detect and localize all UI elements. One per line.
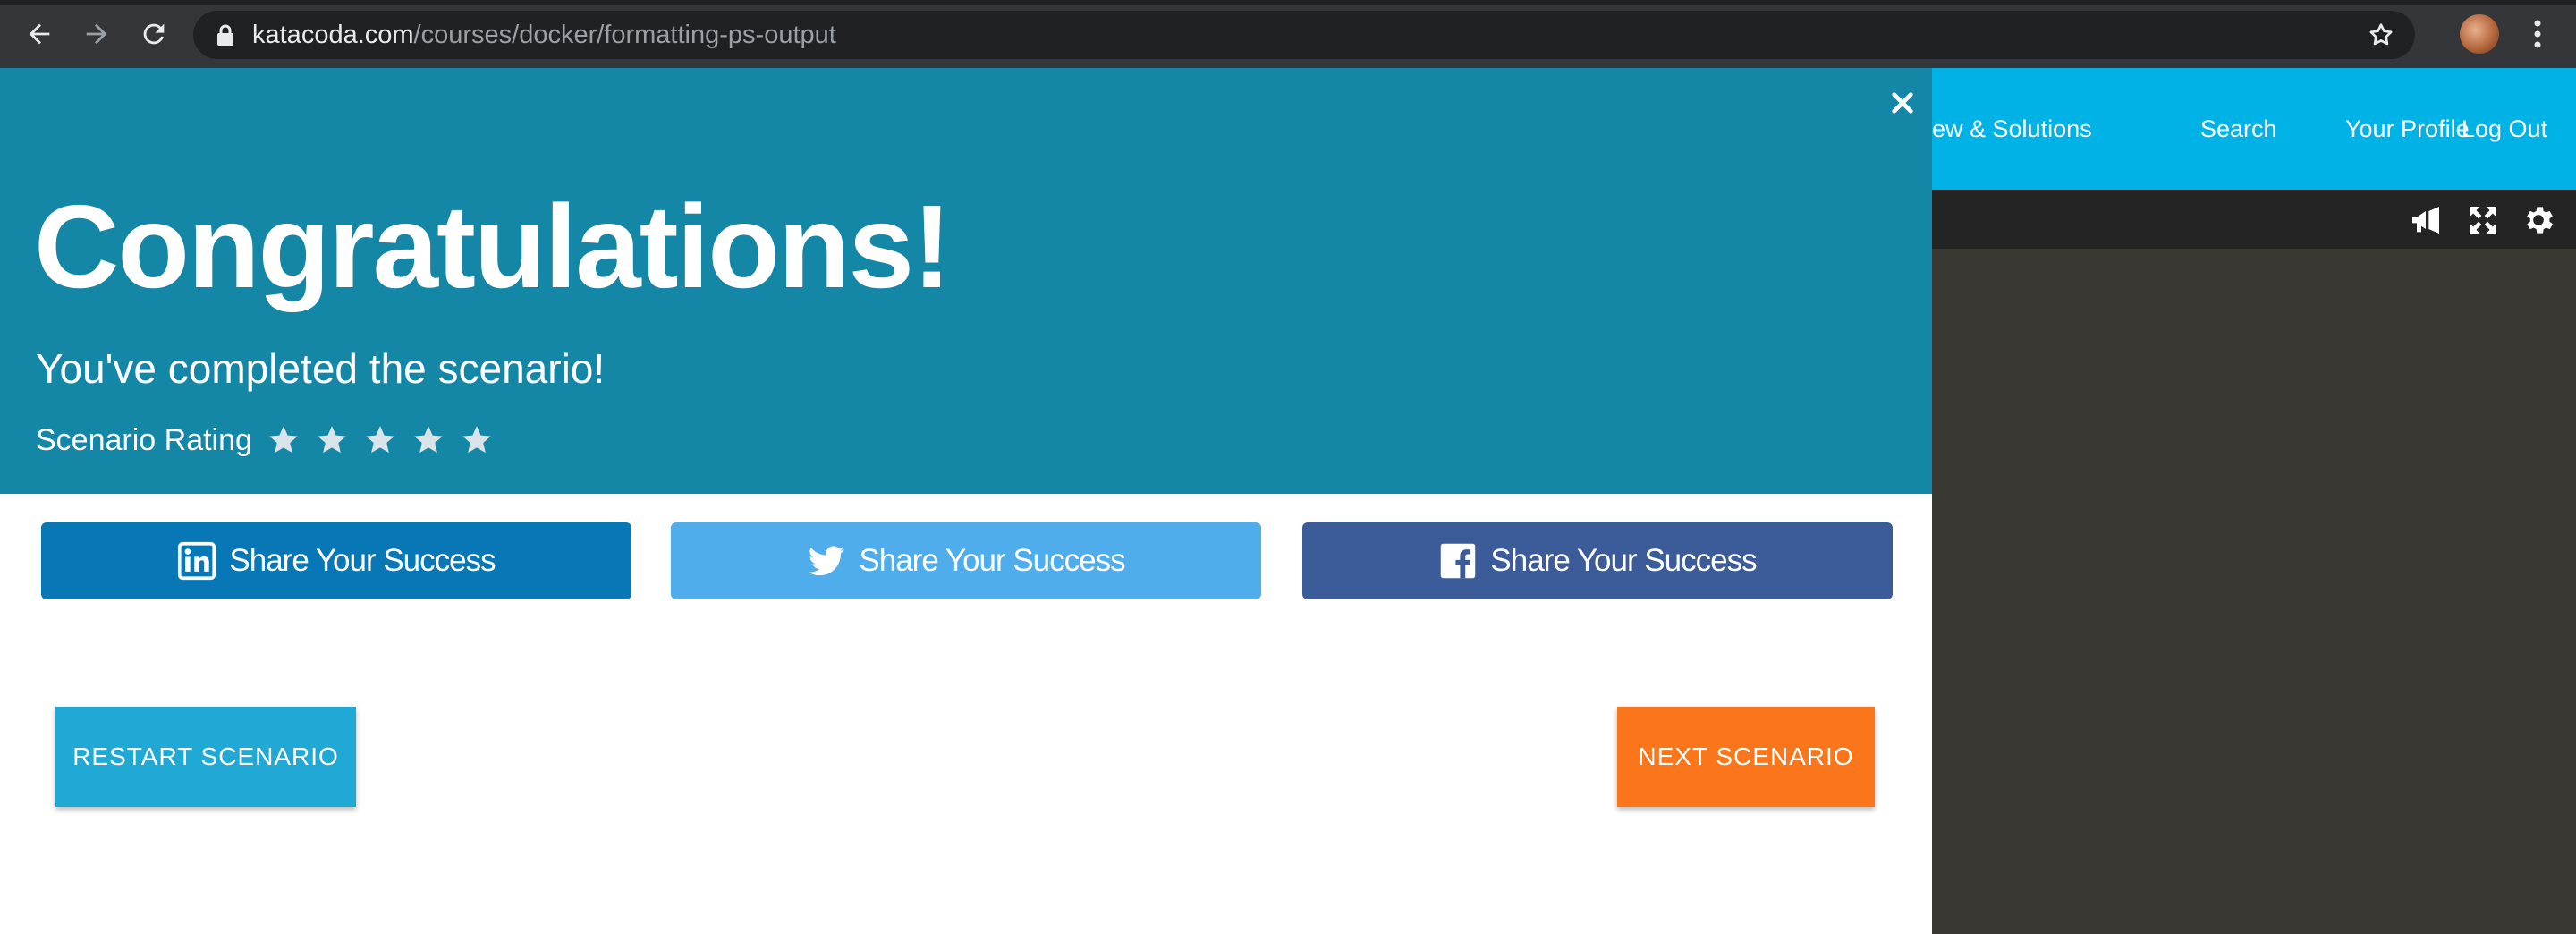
forward-icon (86, 23, 107, 45)
share-twitter-button[interactable]: Share Your Success (671, 522, 1261, 599)
terminal-panel[interactable] (1932, 249, 2576, 934)
close-icon (1892, 92, 1913, 114)
forward-button[interactable] (77, 14, 116, 54)
nav-link-log-out[interactable]: Log Out (2462, 111, 2547, 147)
share-linkedin-label: Share Your Success (229, 543, 496, 578)
rating-star-icon[interactable] (411, 423, 445, 457)
profile-avatar[interactable] (2460, 14, 2499, 54)
gear-icon[interactable] (2521, 202, 2556, 238)
nav-link-review-solutions[interactable]: ew & Solutions (1932, 111, 2092, 147)
share-linkedin-button[interactable]: Share Your Success (41, 522, 631, 599)
site-navbar: ew & Solutions Search Your Profile Log O… (1932, 68, 2576, 190)
linkedin-icon (178, 541, 216, 581)
next-scenario-button[interactable]: NEXT SCENARIO (1617, 707, 1875, 807)
address-bar[interactable]: katacoda.com/courses/docker/formatting-p… (193, 11, 2415, 59)
nav-link-search[interactable]: Search (2200, 111, 2277, 147)
share-facebook-label: Share Your Success (1490, 543, 1757, 578)
completion-modal: Congratulations! You've completed the sc… (0, 68, 1932, 934)
rating-star-icon[interactable] (363, 423, 397, 457)
close-button[interactable] (1887, 88, 1918, 118)
share-facebook-button[interactable]: Share Your Success (1302, 522, 1893, 599)
nav-link-your-profile[interactable]: Your Profile (2345, 111, 2470, 147)
url-text[interactable]: katacoda.com/courses/docker/formatting-p… (252, 21, 836, 49)
rating-star-icon[interactable] (267, 423, 301, 457)
lock-icon (217, 24, 233, 46)
rating-label: Scenario Rating (36, 422, 252, 457)
rating-star-icon[interactable] (315, 423, 349, 457)
tab-strip (0, 0, 2576, 5)
reload-icon (143, 23, 165, 45)
rating-star-icon[interactable] (460, 423, 494, 457)
facebook-icon (1441, 543, 1476, 579)
modal-title: Congratulations! (34, 181, 952, 312)
back-button[interactable] (20, 14, 59, 54)
twitter-icon (809, 546, 845, 576)
fullscreen-icon[interactable] (2465, 202, 2501, 238)
megaphone-icon[interactable] (2408, 202, 2444, 238)
back-icon (29, 23, 50, 45)
modal-header: Congratulations! You've completed the sc… (0, 68, 1932, 494)
modal-subtitle: You've completed the scenario! (36, 345, 606, 392)
menu-kebab-icon[interactable] (2524, 16, 2551, 52)
url-path: /courses/docker/formatting-ps-output (413, 21, 836, 49)
share-twitter-label: Share Your Success (859, 543, 1125, 578)
browser-toolbar: katacoda.com/courses/docker/formatting-p… (0, 0, 2576, 68)
reload-button[interactable] (134, 14, 174, 54)
bookmark-star-icon[interactable] (2367, 21, 2395, 49)
terminal-toolbar (1932, 190, 2576, 249)
url-host: katacoda.com (252, 21, 414, 49)
restart-scenario-button[interactable]: RESTART SCENARIO (55, 707, 356, 807)
scenario-rating: Scenario Rating (36, 419, 508, 462)
